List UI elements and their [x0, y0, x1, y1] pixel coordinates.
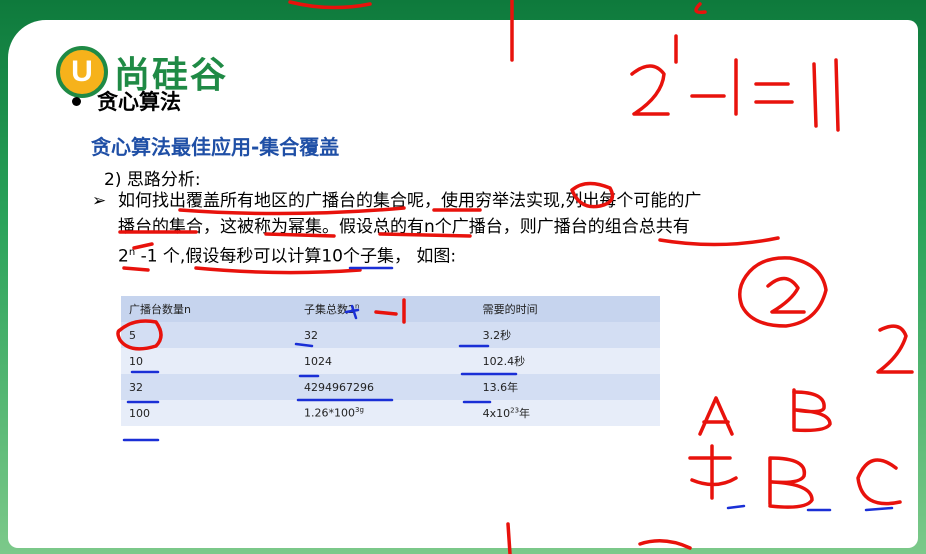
cell-time: 3.2秒	[474, 322, 660, 348]
cell-subsets: 32	[295, 322, 475, 348]
cell-n: 32	[121, 374, 296, 400]
table-row: 32 4294967296 13.6年	[121, 374, 660, 400]
table-header-row: 广播台数量n 子集总数2n 需要的时间	[121, 296, 660, 322]
cell-n: 5	[121, 322, 296, 348]
paragraph-line-3: 2n -1 个,假设每秒可以计算10个子集， 如图:	[118, 246, 457, 267]
arrow-bullet-icon: ➢	[92, 191, 107, 211]
header-subsets: 子集总数2n	[295, 296, 475, 322]
table-row: 10 1024 102.4秒	[121, 348, 660, 374]
cell-subsets: 1.26*1003g	[295, 400, 475, 426]
table-row: 100 1.26*1003g 4x1023年	[121, 400, 660, 426]
paragraph-line-2: 播台的集合，这被称为幂集。假设总的有n个广播台，则广播台的组合总共有	[118, 217, 690, 237]
header-n: 广播台数量n	[121, 296, 296, 322]
cell-n: 10	[121, 348, 296, 374]
subset-table: 广播台数量n 子集总数2n 需要的时间 5 32 3.2秒 10 1024 10…	[121, 296, 660, 426]
point-heading: 2) 思路分析:	[104, 170, 201, 190]
cell-time: 102.4秒	[474, 348, 660, 374]
subtitle: 贪心算法最佳应用-集合覆盖	[91, 135, 340, 159]
section-title: 贪心算法	[72, 86, 181, 116]
cell-subsets: 1024	[295, 348, 475, 374]
cell-n: 100	[121, 400, 296, 426]
cell-time: 4x1023年	[474, 400, 660, 426]
table-row: 5 32 3.2秒	[121, 322, 660, 348]
paragraph: ➢ 如何找出覆盖所有地区的广播台的集合呢，使用穷举法实现,列出每个可能的广 播台…	[92, 188, 852, 270]
cell-time: 13.6年	[474, 374, 660, 400]
section-title-text: 贪心算法	[97, 90, 181, 114]
paragraph-line-1: 如何找出覆盖所有地区的广播台的集合呢，使用穷举法实现,列出每个可能的广	[118, 191, 702, 211]
cell-subsets: 4294967296	[295, 374, 475, 400]
header-time: 需要的时间	[474, 296, 660, 322]
bullet-dot-icon	[72, 96, 81, 106]
